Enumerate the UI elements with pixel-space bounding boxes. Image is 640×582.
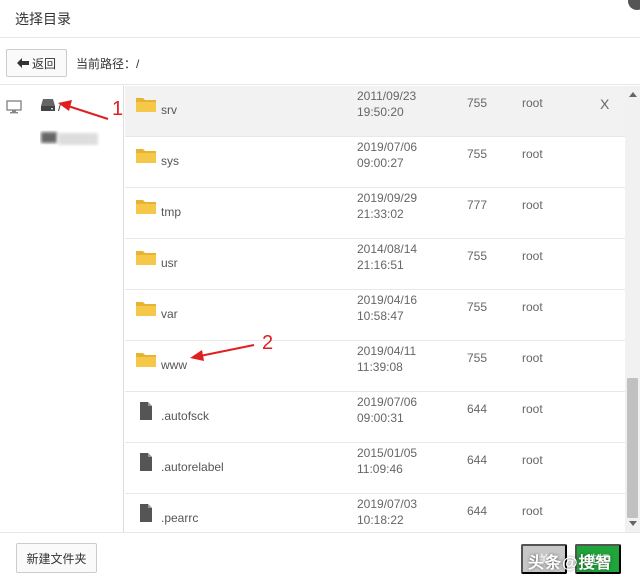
file-row-autorelabel[interactable]: .autorelabel 2015/01/05 11:09:46 644 root [125,443,625,494]
file-permission: 755 [467,249,488,263]
select-button[interactable]: 选择 [575,544,621,574]
file-name: .autofsck [161,409,210,423]
back-button-label: 返回 [31,56,56,71]
file-row-var[interactable]: var 2019/04/16 10:58:47 755 root [125,290,625,341]
file-permission: 755 [467,300,488,314]
file-date: 2019/07/03 10:18:22 [357,497,418,527]
file-date: 2019/07/06 09:00:27 [357,140,418,170]
scroll-up-icon[interactable] [629,92,637,97]
dialog-footer: 新建文件夹 关 选择 头条@搜智 [0,532,640,582]
annotation-number-2: 2 [262,332,274,354]
file-date: 2019/07/06 09:00:31 [357,395,418,425]
file-name: .pearrc [161,511,199,525]
file-owner: root [522,198,543,212]
file-permission: 755 [467,96,488,110]
file-owner: root [522,402,543,416]
close-button[interactable]: 关 [521,544,567,574]
dialog-close-icon[interactable] [628,0,640,10]
scroll-down-icon[interactable] [629,521,637,526]
folder-icon [136,353,156,367]
annotation-number-1: 1 [112,98,124,120]
file-row-tmp[interactable]: tmp 2019/09/29 21:33:02 777 root [125,188,625,239]
folder-icon [136,251,156,265]
new-folder-button[interactable]: 新建文件夹 [16,543,97,573]
file-row-sys[interactable]: sys 2019/07/06 09:00:27 755 root [125,137,625,188]
file-icon [140,504,152,522]
tree-node-blurred[interactable] [40,128,102,148]
file-permission: 755 [467,147,488,161]
file-date: 2011/09/23 19:50:20 [357,89,417,119]
file-permission: 644 [467,453,488,467]
file-owner: root [522,504,543,518]
file-owner: root [522,96,543,110]
tree-root-label[interactable]: / [58,100,61,114]
scroll-thumb[interactable] [627,378,638,518]
file-permission: 777 [467,198,488,212]
file-name: .autorelabel [161,460,224,474]
remove-button[interactable]: X [600,96,609,112]
file-date: 2019/09/29 21:33:02 [357,191,418,221]
path-bar: 返回 当前路径：/ [0,39,640,85]
file-owner: root [522,249,543,263]
file-permission: 755 [467,351,488,365]
file-date: 2014/08/14 21:16:51 [357,242,418,272]
back-button[interactable]: 返回 [6,49,67,77]
file-date: 2015/01/05 11:09:46 [357,446,418,476]
file-list: srv 2011/09/23 19:50:20 755 root X sys 20… [125,86,625,532]
computer-icon[interactable] [6,100,22,114]
file-icon [140,453,152,471]
file-owner: root [522,147,543,161]
file-name: sys [161,154,179,168]
current-path: 当前路径：/ [76,57,140,71]
file-name: usr [161,256,178,270]
file-row-autofsck[interactable]: .autofsck 2019/07/06 09:00:31 644 root [125,392,625,443]
file-permission: 644 [467,402,488,416]
dialog-titlebar: 选择目录 [0,0,640,38]
file-icon [140,402,152,420]
file-row-usr[interactable]: usr 2014/08/14 21:16:51 755 root [125,239,625,290]
file-row-srv[interactable]: srv 2011/09/23 19:50:20 755 root X [125,86,625,137]
folder-icon [136,149,156,163]
file-owner: root [522,453,543,467]
drive-icon[interactable] [40,98,56,112]
file-date: 2019/04/16 10:58:47 [357,293,418,323]
directory-tree: / [0,86,124,532]
file-list-scrollbar[interactable] [625,86,640,532]
folder-icon [136,302,156,316]
file-date: 2019/04/11 11:39:08 [357,344,417,374]
file-permission: 644 [467,504,488,518]
back-arrow-icon [16,57,29,68]
file-row-pearrc[interactable]: .pearrc 2019/07/03 10:18:22 644 root [125,494,625,532]
dialog-title: 选择目录 [15,11,71,27]
file-owner: root [522,351,543,365]
folder-icon [136,98,156,112]
file-owner: root [522,300,543,314]
file-name: www [161,358,187,372]
file-name: var [161,307,178,321]
file-name: tmp [161,205,182,219]
file-row-www[interactable]: www 2019/04/11 11:39:08 755 root [125,341,625,392]
file-name: srv [161,103,177,117]
folder-icon [136,200,156,214]
